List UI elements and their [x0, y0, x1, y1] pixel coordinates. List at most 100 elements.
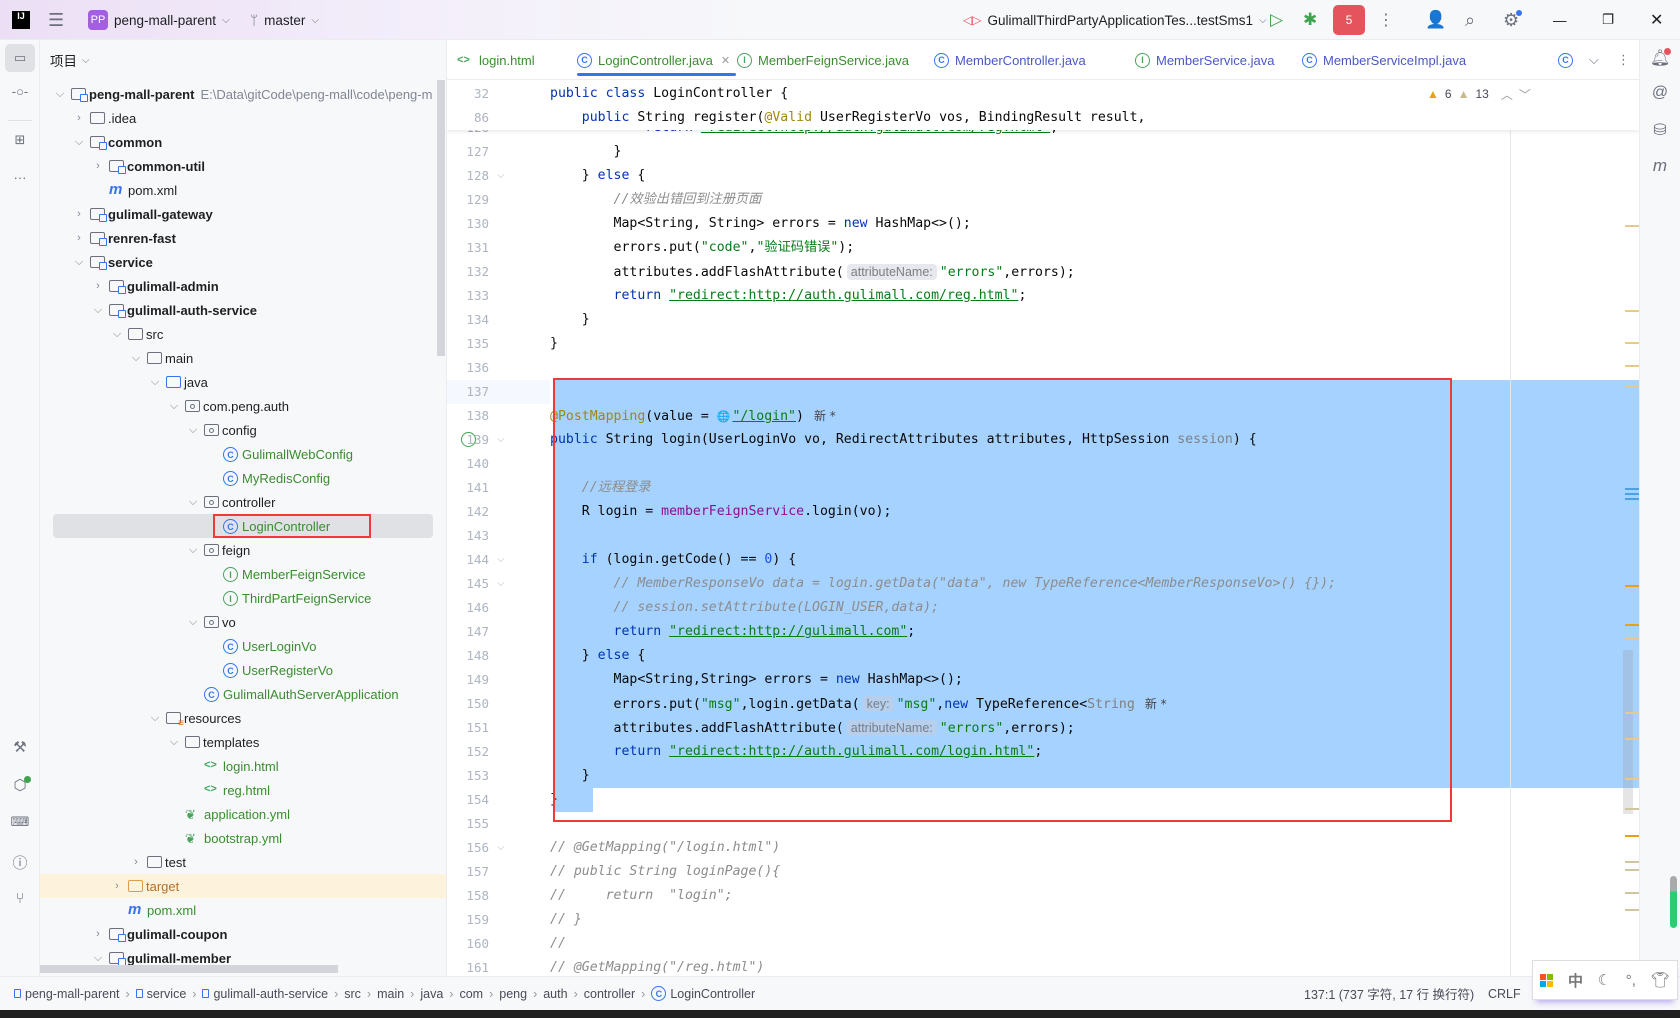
line-number[interactable]: 127	[447, 140, 489, 164]
services-tool-button[interactable]: ⬡	[0, 776, 40, 794]
line-number[interactable]: 148	[447, 644, 489, 668]
structure-tool-button[interactable]: ⊞	[0, 132, 40, 148]
main-menu-button[interactable]: ☰	[48, 0, 64, 40]
editor-scrollbar[interactable]	[1623, 650, 1633, 814]
line-number[interactable]: 141	[447, 476, 489, 500]
chevron-down-icon[interactable]: ⌵	[148, 376, 162, 389]
branch-selector[interactable]: ᛘ master ⌵	[250, 0, 319, 40]
close-window-button[interactable]: ✕	[1650, 0, 1663, 40]
ai-assistant-button[interactable]: @	[1640, 84, 1680, 102]
line-number[interactable]: 143	[447, 524, 489, 548]
more-actions-button[interactable]: ⋮	[1378, 0, 1394, 40]
chevron-right-icon[interactable]: ›	[91, 160, 105, 172]
line-number[interactable]: 140	[447, 452, 489, 476]
tree-item[interactable]: I MemberFeignService	[40, 562, 446, 586]
tree-item[interactable]: C GulimallAuthServerApplication	[40, 682, 446, 706]
line-number[interactable]: 138	[447, 404, 489, 428]
chevron-down-icon[interactable]: ⌵	[186, 616, 200, 629]
next-highlight-icon[interactable]: ﹀	[1519, 86, 1531, 103]
tree-item[interactable]: C GulimallWebConfig	[40, 442, 446, 466]
tree-item[interactable]: <> reg.html	[40, 778, 446, 802]
line-number[interactable]: 133	[447, 284, 489, 308]
build-tool-button[interactable]: ⚒	[0, 738, 40, 756]
skin-icon[interactable]: 👕︎	[1651, 971, 1670, 989]
line-number[interactable]: 134	[447, 308, 489, 332]
tree-item[interactable]: ⌵ peng-mall-parent E:\Data\gitCode\peng-ma…	[40, 82, 446, 106]
fold-icon[interactable]: ⌵	[497, 548, 505, 572]
project-view-selector[interactable]: 项目 ⌵	[50, 50, 90, 70]
line-number[interactable]: 157	[447, 860, 489, 884]
minimize-button[interactable]: —	[1553, 0, 1567, 40]
chevron-right-icon[interactable]: ›	[129, 856, 143, 868]
chevron-down-icon[interactable]: ⌵	[186, 544, 200, 557]
tree-item[interactable]: ⌵ service	[40, 250, 446, 274]
line-ending[interactable]: CRLF	[1488, 987, 1521, 1001]
breadcrumb-item[interactable]: com ›	[459, 987, 493, 1001]
line-number[interactable]: 150	[447, 692, 489, 716]
tree-item[interactable]: ⌵ feign	[40, 538, 446, 562]
tree-item[interactable]: ❦ bootstrap.yml	[40, 826, 446, 850]
breadcrumb-item[interactable]: C LoginController	[651, 986, 755, 1001]
stop-button[interactable]: 5	[1333, 0, 1365, 40]
line-number[interactable]: 160	[447, 932, 489, 956]
restore-button[interactable]: ❐	[1602, 0, 1614, 40]
tree-item[interactable]: › .idea	[40, 106, 446, 130]
line-number[interactable]: 153	[447, 764, 489, 788]
terminal-tool-button[interactable]: ⌨	[0, 814, 40, 830]
line-number[interactable]: 152	[447, 740, 489, 764]
tree-item[interactable]: ⌵ common	[40, 130, 446, 154]
tree-item[interactable]: C UserRegisterVo	[40, 658, 446, 682]
tab-memberserviceimpl-java[interactable]: C MemberServiceImpl.java	[1302, 40, 1466, 80]
chevron-down-icon[interactable]: ⌵	[129, 352, 143, 365]
tree-item[interactable]: ⌵ templates	[40, 730, 446, 754]
tree-item[interactable]: C UserLoginVo	[40, 634, 446, 658]
chevron-down-icon[interactable]: ⌵	[72, 136, 86, 149]
caret-position[interactable]: 137:1 (737 字符, 17 行 换行符)	[1304, 984, 1474, 1003]
project-selector[interactable]: PP peng-mall-parent ⌵	[88, 0, 230, 40]
tree-item[interactable]: ⌵ main	[40, 346, 446, 370]
chevron-right-icon[interactable]: ›	[72, 232, 86, 244]
chevron-down-icon[interactable]: ⌵	[91, 952, 105, 965]
tree-scrollbar[interactable]	[437, 80, 445, 356]
sticky-code-line[interactable]: public String register(@Valid UserRegist…	[550, 106, 1146, 130]
run-button[interactable]: ▷	[1270, 0, 1283, 40]
fold-icon[interactable]: ⌵	[497, 836, 505, 860]
chevron-down-icon[interactable]: ⌵	[72, 256, 86, 269]
fold-icon[interactable]: ⌵	[497, 164, 505, 188]
breadcrumb-item[interactable]: service ›	[135, 987, 196, 1001]
chevron-right-icon[interactable]: ›	[91, 280, 105, 292]
chevron-right-icon[interactable]: ›	[72, 112, 86, 124]
sticky-line-number[interactable]: 32	[447, 82, 489, 106]
line-number[interactable]: 146	[447, 596, 489, 620]
tab-list-button[interactable]: ⌵	[1589, 40, 1599, 80]
breadcrumb-item[interactable]: auth ›	[543, 987, 578, 1001]
line-number[interactable]: 156	[447, 836, 489, 860]
ime-mode[interactable]: 中	[1568, 970, 1583, 991]
chevron-down-icon[interactable]: ⌵	[167, 400, 181, 413]
chevron-down-icon[interactable]: ⌵	[148, 712, 162, 725]
sticky-line-number[interactable]: 86	[447, 106, 489, 130]
chevron-right-icon[interactable]: ›	[110, 880, 124, 892]
breadcrumb-item[interactable]: main ›	[377, 987, 414, 1001]
line-number[interactable]: 131	[447, 236, 489, 260]
tree-item[interactable]: › gulimall-gateway	[40, 202, 446, 226]
tree-item[interactable]: › common-util	[40, 154, 446, 178]
line-number[interactable]: 144	[447, 548, 489, 572]
tab-overflow-class[interactable]: C	[1558, 40, 1573, 80]
tree-item[interactable]: › renren-fast	[40, 226, 446, 250]
code-with-me-button[interactable]: 👤	[1425, 0, 1446, 40]
tree-item[interactable]: ⌵ gulimall-auth-service	[40, 298, 446, 322]
line-number[interactable]: 142	[447, 500, 489, 524]
previous-highlight-icon[interactable]: ︿	[1501, 86, 1513, 103]
line-number[interactable]: 130	[447, 212, 489, 236]
line-number[interactable]: 161	[447, 956, 489, 976]
chevron-down-icon[interactable]: ⌵	[91, 304, 105, 317]
inspection-widget[interactable]: ▲ 6 ▲ 13 ︿ ﹀	[1427, 82, 1531, 106]
tree-item[interactable]: › test	[40, 850, 446, 874]
punctuation-icon[interactable]: °,	[1626, 972, 1636, 989]
tab-more-button[interactable]: ⋮	[1617, 40, 1630, 80]
git-tool-button[interactable]: ⑂	[0, 890, 40, 907]
tab-login-html[interactable]: <> login.html	[457, 40, 535, 80]
settings-button[interactable]: ⚙	[1503, 0, 1523, 40]
run-config-selector[interactable]: ◁▷ GulimallThirdPartyApplicationTes...te…	[963, 0, 1267, 40]
